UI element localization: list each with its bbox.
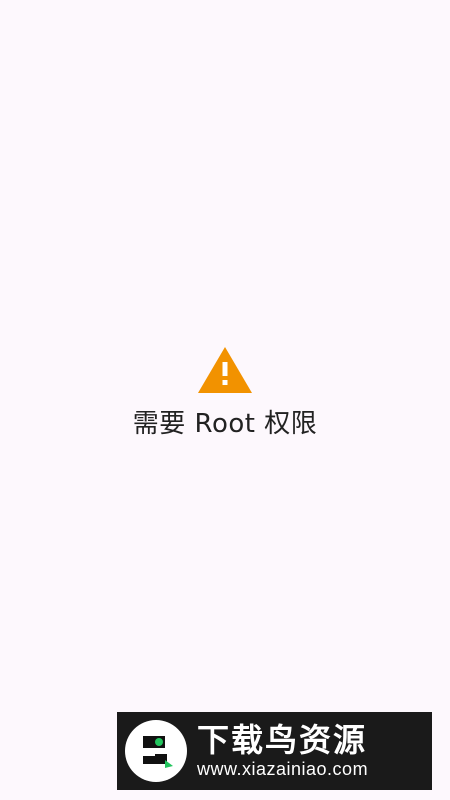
warning-icon <box>198 347 252 393</box>
app-screen: 需要 Root 权限 下载鸟资源 www.xiazainiao.com <box>0 0 450 800</box>
watermark-banner: 下载鸟资源 www.xiazainiao.com <box>117 712 432 790</box>
watermark-title: 下载鸟资源 <box>197 721 368 759</box>
root-required-notice: 需要 Root 权限 <box>0 345 450 441</box>
root-required-message: 需要 Root 权限 <box>132 409 318 439</box>
bird-logo-icon <box>125 720 187 782</box>
watermark-url: www.xiazainiao.com <box>197 759 369 779</box>
